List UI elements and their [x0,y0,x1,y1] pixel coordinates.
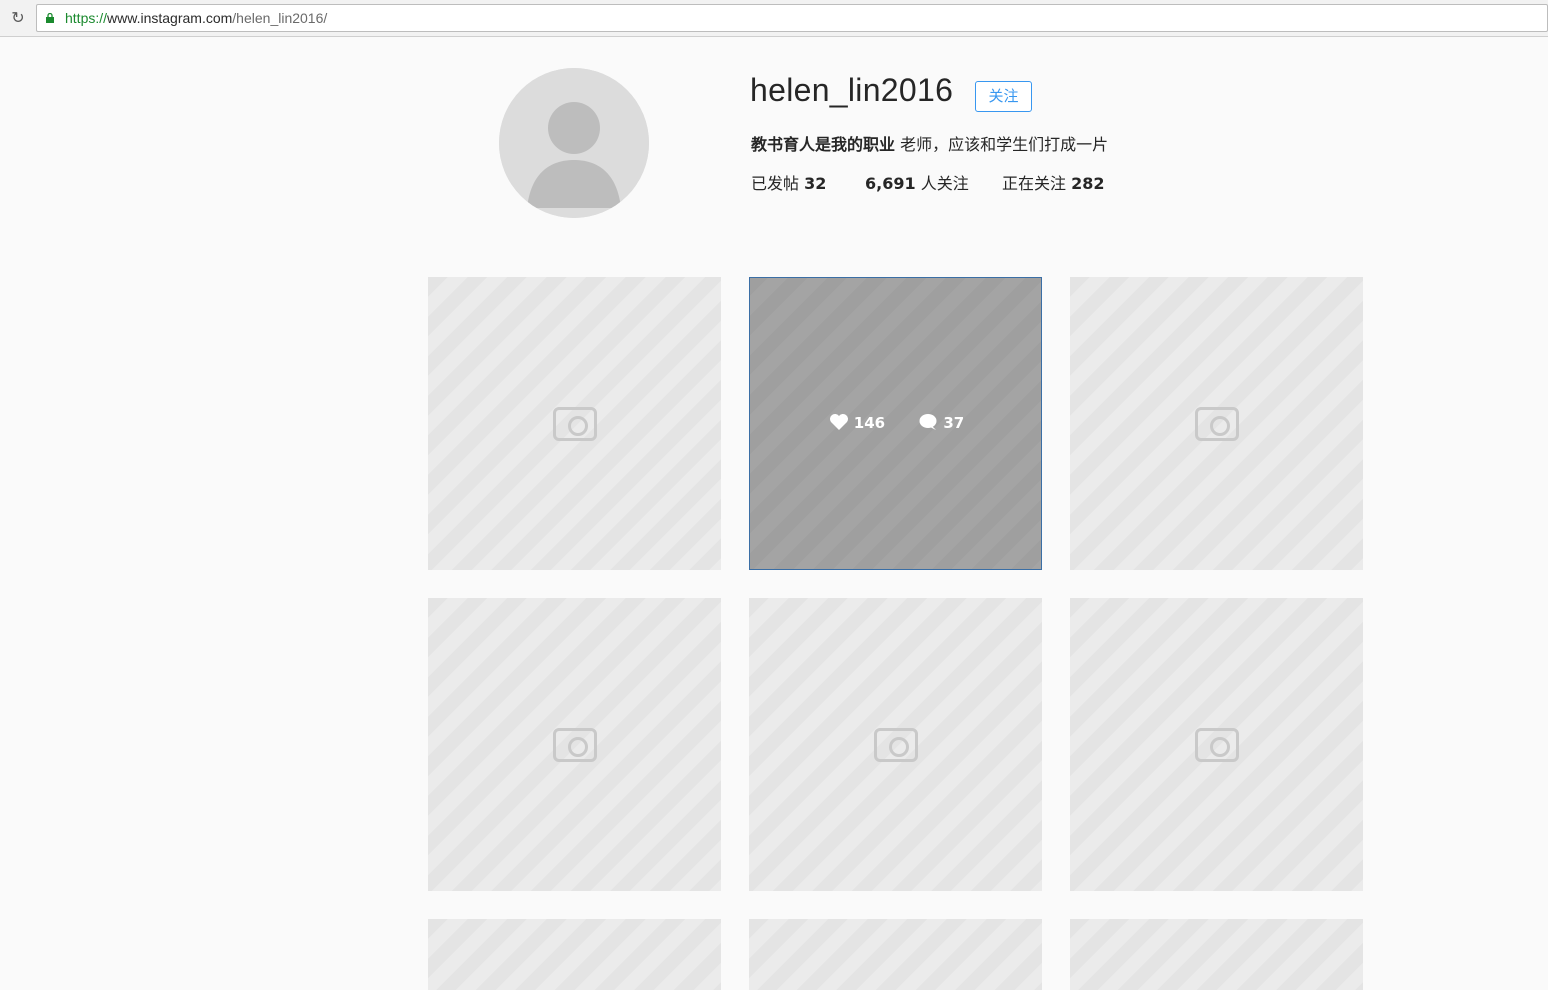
post-hover-overlay: 146 37 [749,277,1042,570]
profile-username: helen_lin2016 [750,72,954,108]
image-placeholder-icon [552,406,597,441]
follow-button[interactable]: 关注 [975,81,1032,112]
address-bar[interactable]: https://www.instagram.com/helen_lin2016/ [36,4,1548,32]
browser-toolbar: ↻ https://www.instagram.com/helen_lin201… [0,0,1548,37]
image-placeholder-icon [873,727,918,762]
post-tile[interactable] [1070,598,1363,891]
heart-icon [829,414,848,430]
following-count[interactable]: 正在关注 282 [1002,170,1105,194]
lock-icon [46,13,54,23]
image-placeholder-icon [1194,406,1239,441]
post-placeholder [428,919,721,990]
post-tile[interactable] [749,598,1042,891]
post-tile[interactable]: 146 37 [749,277,1042,570]
bio-text: 老师，应该和学生们打成一片 [895,135,1109,154]
profile-bio: 教书育人是我的职业 老师，应该和学生们打成一片 [751,131,1108,155]
profile-avatar[interactable] [499,68,649,218]
followers-count[interactable]: 6,691 人关注 [865,170,969,194]
post-tile[interactable] [428,277,721,570]
post-tile[interactable] [749,919,1042,990]
post-tile[interactable] [428,598,721,891]
post-tile[interactable] [1070,919,1363,990]
reload-icon[interactable]: ↻ [8,8,28,28]
post-tile[interactable] [428,919,721,990]
posts-count: 已发帖 32 [751,174,827,193]
post-tile[interactable] [1070,277,1363,570]
comment-icon [919,414,937,430]
image-placeholder-icon [552,727,597,762]
avatar-placeholder-icon [499,68,649,218]
post-comments: 37 [918,413,964,432]
bio-name: 教书育人是我的职业 [751,135,896,154]
url-text: https://www.instagram.com/helen_lin2016/ [65,10,328,26]
post-placeholder [749,919,1042,990]
image-placeholder-icon [1194,727,1239,762]
post-placeholder [1070,919,1363,990]
post-likes: 146 [829,413,885,432]
